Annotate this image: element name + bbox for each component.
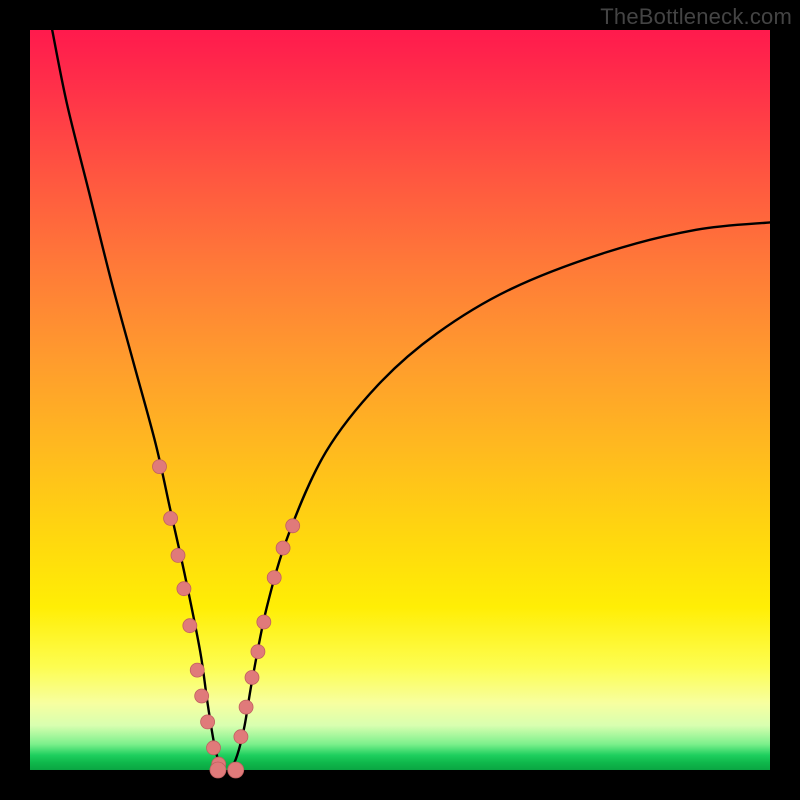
data-dot [251,645,265,659]
data-dot [195,689,209,703]
data-dot [276,541,290,555]
curve-layer [30,30,770,770]
data-dot [177,582,191,596]
data-dot [245,671,259,685]
data-dot [267,571,281,585]
bottleneck-curve [52,30,770,772]
data-dot [239,700,253,714]
data-dot [164,511,178,525]
plot-area [30,30,770,770]
data-dot [207,741,221,755]
dots-floor [210,762,244,778]
data-dot [190,663,204,677]
data-dot [228,762,244,778]
data-dot [201,715,215,729]
watermark-text: TheBottleneck.com [600,4,792,30]
data-dot [210,762,226,778]
data-dot [234,730,248,744]
data-dot [286,519,300,533]
data-dot [153,460,167,474]
data-dot [257,615,271,629]
chart-frame: TheBottleneck.com [0,0,800,800]
dots-right-branch [234,519,300,744]
data-dot [183,619,197,633]
data-dot [171,548,185,562]
dots-left-branch [153,460,226,771]
